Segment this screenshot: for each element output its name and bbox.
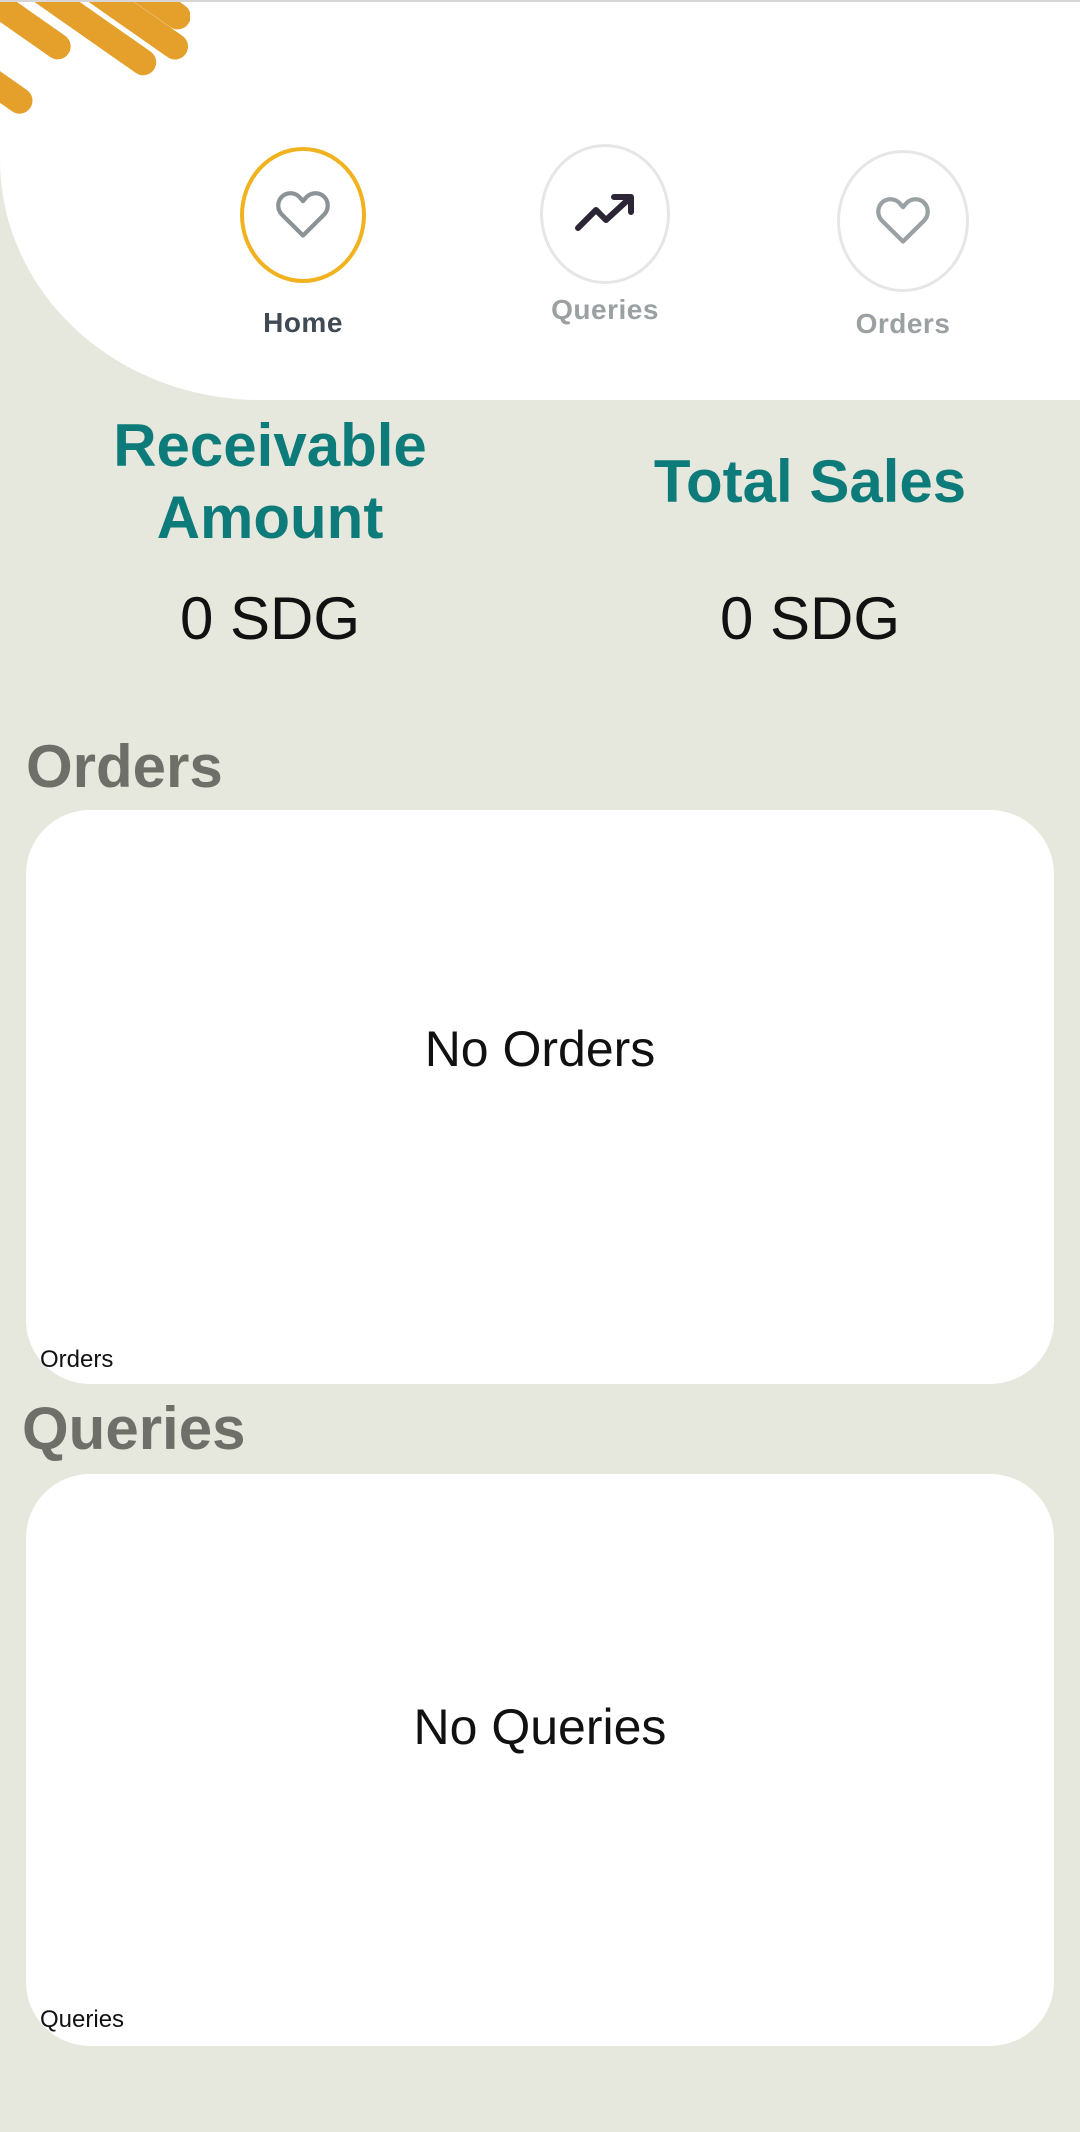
- nav-home-circle[interactable]: [240, 147, 366, 283]
- receivable-amount-value: 0 SDG: [179, 585, 361, 652]
- orders-empty-text: No Orders: [424, 1021, 656, 1077]
- nav-orders-label: Orders: [855, 308, 951, 339]
- nav-home[interactable]: Home: [240, 147, 366, 339]
- nav-queries-label: Queries: [551, 294, 659, 325]
- queries-section-title: Queries: [22, 1395, 246, 1462]
- nav-home-label: Home: [263, 307, 343, 338]
- trending-up-icon: [574, 192, 636, 237]
- orders-card: No Orders Orders: [26, 810, 1054, 1384]
- nav-orders-circle[interactable]: [837, 150, 969, 292]
- total-sales-stat: Total Sales: [560, 446, 1060, 518]
- header: Home Queries Orders: [0, 0, 1080, 400]
- queries-card: No Queries Queries: [26, 1474, 1054, 2046]
- receivable-amount-title-line1: Receivable: [113, 412, 427, 479]
- total-sales-value: 0 SDG: [719, 585, 901, 652]
- heart-icon: [874, 193, 932, 250]
- total-sales-title: Total Sales: [653, 448, 967, 515]
- orders-caption: Orders: [40, 1346, 114, 1373]
- decorative-stripes: [0, 2, 190, 142]
- heart-icon: [274, 187, 332, 244]
- receivable-amount-title-line2: Amount: [156, 484, 384, 551]
- orders-section-title: Orders: [26, 733, 223, 800]
- nav-queries[interactable]: Queries: [540, 144, 670, 326]
- nav-orders[interactable]: Orders: [837, 150, 969, 340]
- receivable-amount-stat: Receivable Amount: [20, 410, 520, 554]
- nav-queries-circle[interactable]: [540, 144, 670, 284]
- queries-empty-text: No Queries: [413, 1699, 667, 1755]
- queries-caption: Queries: [40, 2006, 125, 2033]
